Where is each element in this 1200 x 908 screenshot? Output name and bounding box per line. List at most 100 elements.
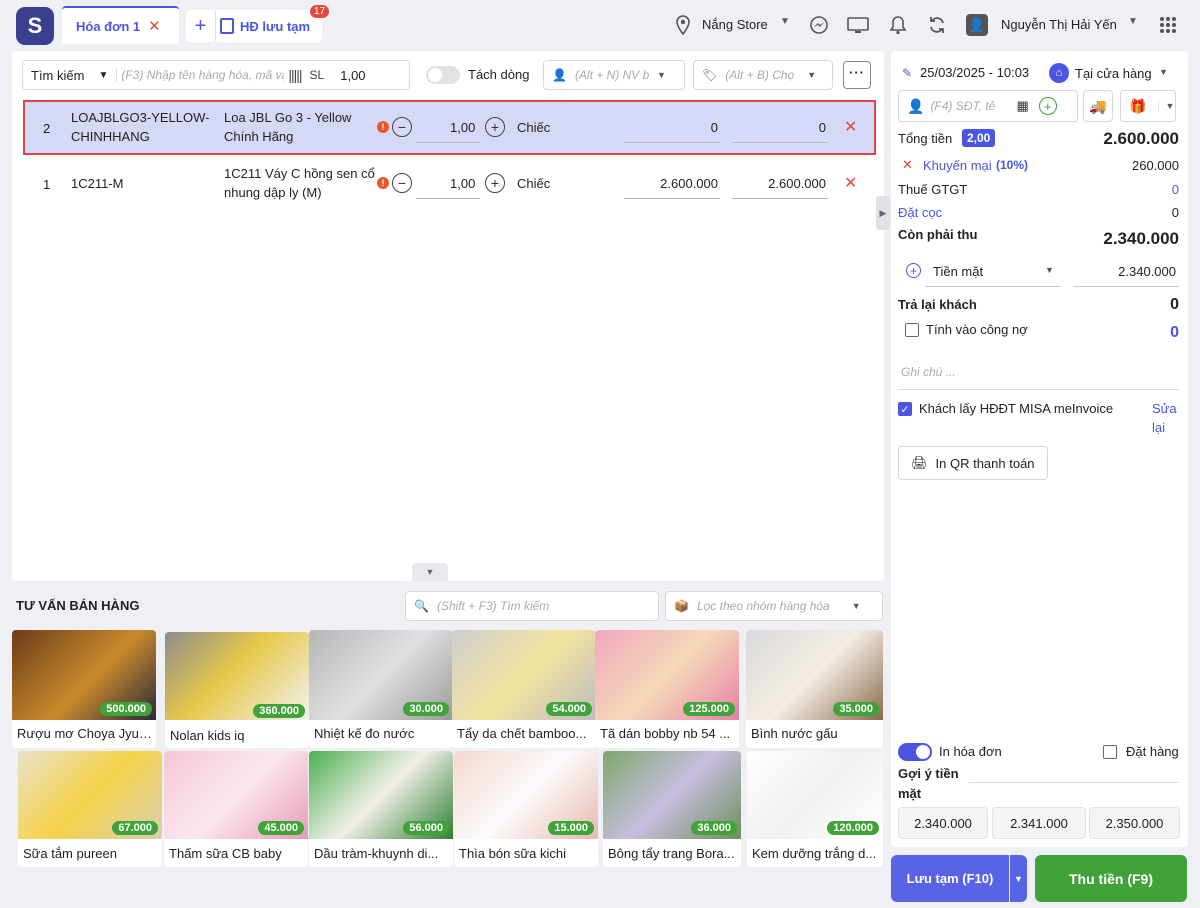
payment-chevron-down-icon[interactable]: ▼ <box>1045 265 1054 275</box>
product-card[interactable]: 36.000 Bông tẩy trang Bora... <box>603 751 741 867</box>
edit-einvoice-link-line2[interactable]: lại <box>1152 420 1165 435</box>
display-screen-icon[interactable] <box>847 14 869 36</box>
filter-chevron-down-icon[interactable]: ▼ <box>852 601 861 611</box>
deposit-label[interactable]: Đặt cọc <box>898 205 942 220</box>
saved-invoices-tab[interactable]: + HĐ lưu tạm <box>186 10 322 42</box>
einvoice-checkbox[interactable]: ✓ <box>898 402 912 416</box>
product-name: Sữa tắm pureen <box>23 846 117 861</box>
add-tab-icon[interactable]: + <box>186 11 216 41</box>
qty-plus-button[interactable]: + <box>485 117 505 137</box>
search-mode-select[interactable]: Tìm kiếm <box>31 68 84 83</box>
split-line-toggle[interactable] <box>426 66 460 84</box>
more-options-button[interactable]: ··· <box>843 61 871 89</box>
product-card[interactable]: 125.000 Tã dán bobby nb 54 ... <box>595 630 739 748</box>
save-draft-chevron-down-icon[interactable]: ▼ <box>1010 855 1027 902</box>
remove-promo-icon[interactable]: ✕ <box>902 157 913 173</box>
print-qr-button[interactable]: 🖨 In QR thanh toán <box>898 446 1048 480</box>
payment-method-select[interactable]: Tiền mặt <box>933 264 983 279</box>
add-customer-icon[interactable]: + <box>1038 97 1057 115</box>
product-card[interactable]: 54.000 Tẩy da chết bamboo... <box>452 630 596 748</box>
cart-row-unit[interactable]: Chiếc <box>517 176 550 191</box>
store-name[interactable]: Nắng Store <box>702 17 768 32</box>
product-search-input[interactable]: (F3) Nhập tên hàng hóa, mã vạch, mã SKU <box>116 68 284 82</box>
store-chevron-down-icon[interactable]: ▼ <box>780 16 790 27</box>
product-card[interactable]: 45.000 Thấm sữa CB baby <box>164 751 308 867</box>
change-value: 0 <box>1170 296 1179 313</box>
user-chevron-down-icon[interactable]: ▼ <box>1128 16 1138 27</box>
product-name: Bình nước gấu <box>751 726 838 741</box>
scan-qr-icon[interactable]: ▦ <box>1016 98 1028 114</box>
cash-suggestion-button[interactable]: 2.340.000 <box>898 807 988 839</box>
close-tab-icon[interactable]: ✕ <box>148 17 161 35</box>
cash-suggestion-button[interactable]: 2.341.000 <box>992 807 1086 839</box>
qty-minus-button[interactable]: − <box>392 117 412 137</box>
cart-row-price[interactable]: 0 <box>624 120 718 135</box>
qty-plus-button[interactable]: + <box>485 173 505 193</box>
user-name[interactable]: Nguyễn Thị Hải Yến <box>1001 17 1117 32</box>
delivery-button[interactable]: 🚚 <box>1083 90 1113 122</box>
search-mode-chevron-down-icon[interactable]: ▼ <box>98 70 108 81</box>
cart-row-qty[interactable]: 1,00 <box>450 176 475 191</box>
sales-channel-select[interactable]: Tại cửa hàng <box>1075 66 1152 81</box>
product-price-badge: 125.000 <box>683 702 735 716</box>
top-bar: S Hóa đơn 1 ✕ + HĐ lưu tạm 17 Nắng Store… <box>0 0 1200 50</box>
barcode-icon[interactable]: ||||| <box>288 67 302 83</box>
total-qty-badge: 2,00 <box>962 129 996 147</box>
debt-checkbox[interactable] <box>905 323 919 337</box>
order-checkbox[interactable] <box>1103 745 1117 759</box>
product-card[interactable]: 35.000 Bình nước gấu <box>746 630 883 748</box>
cart-row-price[interactable]: 2.600.000 <box>624 176 718 191</box>
gift-chevron-down-icon[interactable]: ▼ <box>1158 101 1174 111</box>
product-card[interactable]: 120.000 Kem dưỡng trắng d... <box>747 751 883 867</box>
sync-icon[interactable] <box>926 14 948 36</box>
product-group-filter[interactable]: 📦 Lọc theo nhóm hàng hóa ▼ <box>665 591 883 621</box>
order-label: Đặt hàng <box>1126 744 1179 759</box>
price-chevron-down-icon[interactable]: ▼ <box>807 70 816 80</box>
product-card[interactable]: 500.000 Rượu mơ Choya Jyuku... <box>12 630 156 748</box>
product-card[interactable]: 56.000 Dầu tràm-khuynh di... <box>309 751 453 867</box>
warning-icon[interactable]: ! <box>377 121 389 133</box>
product-card[interactable]: 15.000 Thìa bón sữa kichi <box>454 751 598 867</box>
qty-minus-button[interactable]: − <box>392 173 412 193</box>
cash-suggestion-button[interactable]: 2.350.000 <box>1089 807 1180 839</box>
collapse-chevron-down-icon[interactable]: ▼ <box>412 563 448 581</box>
gift-icon: 🎁 <box>1129 97 1147 114</box>
consult-search-input[interactable]: 🔍 (Shift + F3) Tìm kiếm <box>405 591 659 621</box>
channel-chevron-down-icon[interactable]: ▼ <box>1159 67 1168 77</box>
add-payment-icon[interactable]: + <box>906 263 921 278</box>
print-invoice-toggle[interactable] <box>898 743 932 761</box>
bell-icon[interactable] <box>887 14 909 36</box>
user-avatar-icon[interactable]: 👤 <box>966 14 988 36</box>
edit-date-icon[interactable]: ✎ <box>902 66 912 80</box>
warning-icon[interactable]: ! <box>377 177 389 189</box>
product-price-badge: 120.000 <box>827 821 879 835</box>
staff-select[interactable]: 👤 (Alt + N) NV b ▼ <box>543 60 685 90</box>
edit-einvoice-link[interactable]: Sửa <box>1152 401 1177 416</box>
remove-row-icon[interactable]: ✕ <box>844 117 857 137</box>
product-card[interactable]: 360.000 Nolan kids iq <box>165 632 309 748</box>
tab-invoice-1[interactable]: Hóa đơn 1 ✕ <box>62 6 179 44</box>
qty-input[interactable]: 1,00 <box>340 68 365 83</box>
payment-amount-input[interactable]: 2.340.000 <box>1118 264 1176 279</box>
promo-value: 260.000 <box>1132 158 1179 173</box>
save-draft-button[interactable]: Lưu tạm (F10) <box>891 855 1009 902</box>
promo-label[interactable]: Khuyến mại <box>923 158 992 173</box>
staff-chevron-down-icon[interactable]: ▼ <box>657 70 666 80</box>
app-logo[interactable]: S <box>16 7 54 45</box>
invoice-datetime[interactable]: 25/03/2025 - 10:03 <box>920 65 1029 80</box>
cart-row-qty[interactable]: 1,00 <box>450 120 475 135</box>
note-input[interactable]: Ghi chú ... <box>901 365 956 379</box>
price-list-select[interactable]: 🏷 (Alt + B) Chọ ▼ <box>693 60 833 90</box>
cart-row-unit[interactable]: Chiếc <box>517 120 550 135</box>
expand-panel-chevron-icon[interactable]: ▶ <box>876 196 890 230</box>
customer-search-input[interactable]: 👤 (F4) SĐT, tê ▦ + <box>898 90 1078 122</box>
gift-button[interactable]: 🎁 ▼ <box>1120 90 1176 122</box>
messenger-icon[interactable] <box>808 14 830 36</box>
app-grid-icon[interactable] <box>1157 14 1179 36</box>
remove-row-icon[interactable]: ✕ <box>844 173 857 193</box>
product-card[interactable]: 67.000 Sữa tắm pureen <box>18 751 162 867</box>
consult-search-placeholder: (Shift + F3) Tìm kiếm <box>436 599 550 613</box>
vat-value[interactable]: 0 <box>1172 182 1179 197</box>
collect-payment-button[interactable]: Thu tiền (F9) <box>1035 855 1187 902</box>
product-card[interactable]: 30.000 Nhiệt kế đo nước <box>309 630 453 748</box>
